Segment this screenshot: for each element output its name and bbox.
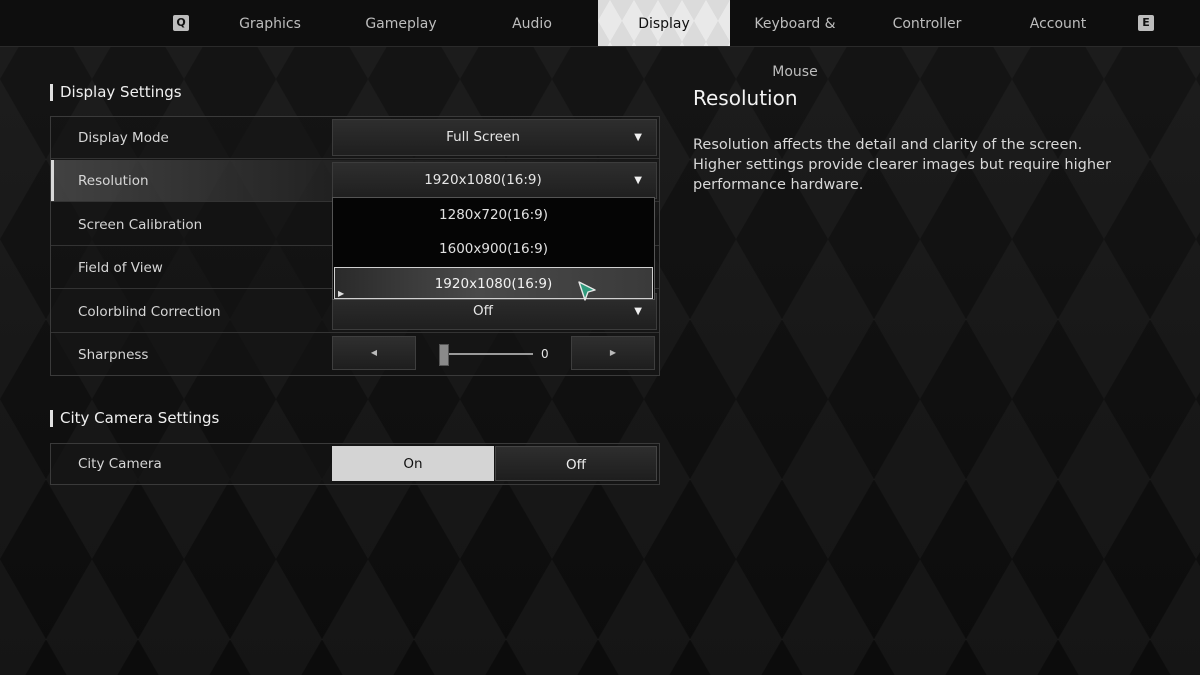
display-mode-dropdown[interactable]: Full Screen ▼ <box>332 119 657 156</box>
display-mode-row[interactable]: Display Mode Full Screen ▼ <box>51 117 659 159</box>
resolution-options-list: 1280x720(16:9) 1600x900(16:9) ▶ 1920x108… <box>332 197 655 300</box>
display-settings-title: Display Settings <box>50 84 182 101</box>
resolution-dropdown[interactable]: 1920x1080(16:9) ▼ <box>332 162 657 199</box>
arrow-left-icon: ◀ <box>370 348 378 357</box>
tab-controller[interactable]: Controller <box>862 0 992 46</box>
resolution-option-label: 1920x1080(16:9) <box>434 276 553 292</box>
resolution-option-1280x720[interactable]: 1280x720(16:9) <box>333 198 654 232</box>
prev-tab-key-hint[interactable]: Q <box>173 15 189 31</box>
resolution-option-1600x900[interactable]: 1600x900(16:9) <box>333 232 654 266</box>
screen-calibration-label: Screen Calibration <box>78 217 203 233</box>
sharpness-row[interactable]: Sharpness ◀ 0 ▶ <box>51 334 659 375</box>
city-camera-on-button[interactable]: On <box>332 446 494 481</box>
triangle-down-icon: ▼ <box>634 132 642 143</box>
tab-keyboard-mouse[interactable]: Keyboard & Mouse <box>730 0 860 80</box>
triangle-down-icon: ▼ <box>634 175 642 186</box>
description-line-1: Resolution affects the detail and clarit… <box>693 137 1083 153</box>
arrow-right-icon: ▶ <box>609 348 617 357</box>
resolution-option-1920x1080[interactable]: ▶ 1920x1080(16:9) <box>334 267 653 299</box>
description-text: Resolution affects the detail and clarit… <box>693 135 1193 195</box>
display-mode-label: Display Mode <box>78 130 169 146</box>
city-camera-label: City Camera <box>78 456 162 472</box>
description-title: Resolution <box>693 86 798 110</box>
selection-marker-icon: ▶ <box>338 289 345 298</box>
settings-tab-bar: Q Graphics Gameplay Audio Display Keyboa… <box>0 0 1200 80</box>
tab-display[interactable]: Display <box>598 0 730 46</box>
city-camera-settings-title: City Camera Settings <box>50 410 219 427</box>
resolution-value: 1920x1080(16:9) <box>424 172 542 188</box>
sharpness-decrease-button[interactable]: ◀ <box>332 336 416 370</box>
mouse-cursor-icon <box>578 281 596 301</box>
tab-audio[interactable]: Audio <box>467 0 597 46</box>
next-tab-key-hint[interactable]: E <box>1138 15 1154 31</box>
tab-graphics[interactable]: Graphics <box>205 0 335 46</box>
resolution-row[interactable]: Resolution 1920x1080(16:9) ▼ <box>51 160 659 202</box>
field-of-view-label: Field of View <box>78 260 163 276</box>
triangle-down-icon: ▼ <box>634 306 642 317</box>
description-line-2: Higher settings provide clearer images b… <box>693 157 1111 193</box>
tab-account[interactable]: Account <box>993 0 1123 46</box>
colorblind-correction-label: Colorblind Correction <box>78 304 221 320</box>
sharpness-slider-track[interactable] <box>445 353 533 355</box>
sharpness-increase-button[interactable]: ▶ <box>571 336 655 370</box>
sharpness-slider-thumb[interactable] <box>439 344 449 366</box>
sharpness-label: Sharpness <box>78 347 149 363</box>
city-camera-row: City Camera On Off <box>51 444 659 484</box>
sharpness-value: 0 <box>541 347 549 361</box>
resolution-label: Resolution <box>78 173 149 189</box>
tab-gameplay[interactable]: Gameplay <box>336 0 466 46</box>
city-camera-off-button[interactable]: Off <box>495 446 657 481</box>
display-mode-value: Full Screen <box>446 129 520 145</box>
city-camera-settings-panel: City Camera On Off <box>50 443 660 485</box>
